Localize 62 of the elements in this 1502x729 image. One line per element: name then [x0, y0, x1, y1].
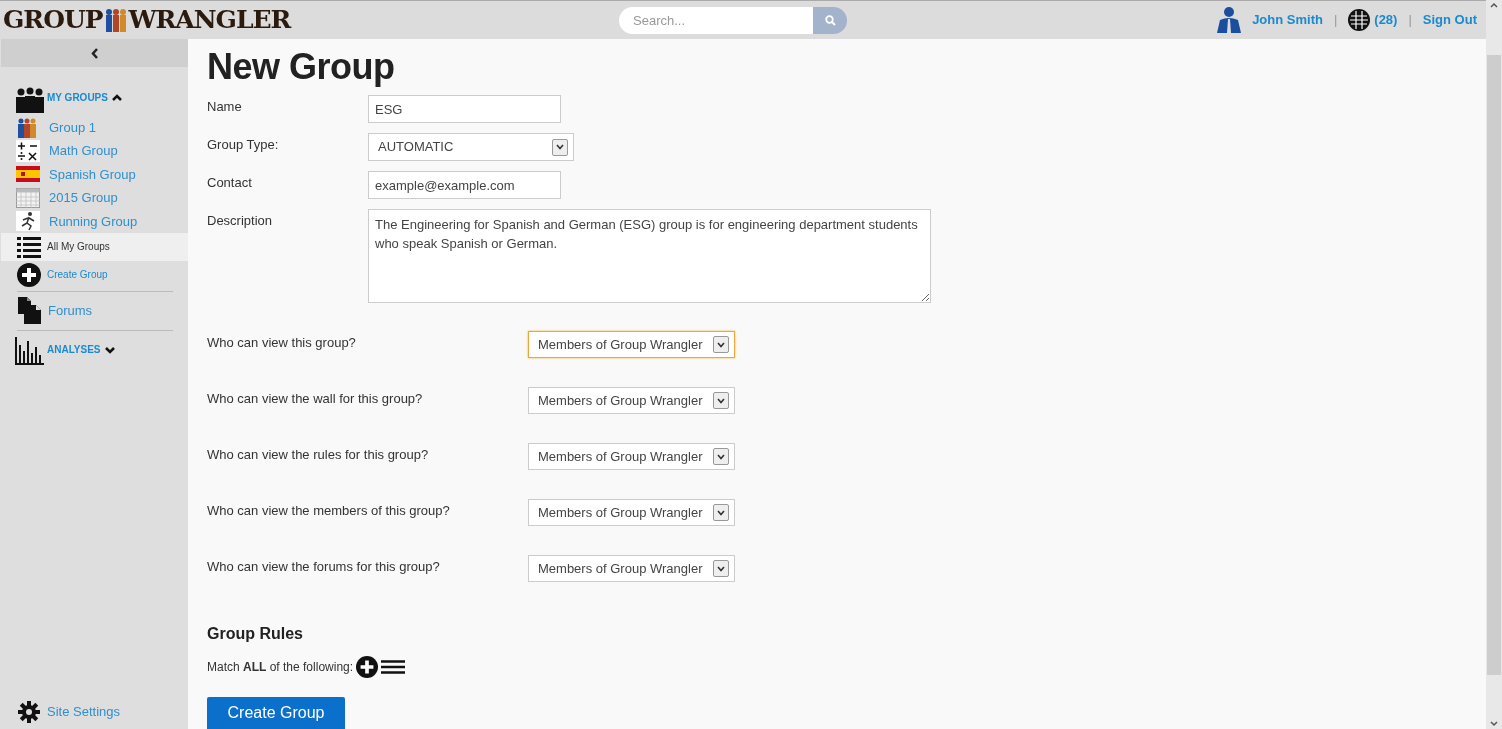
- visibility-dropdown[interactable]: Members of Group Wrangler: [528, 499, 735, 526]
- section-heading: Group Rules: [207, 624, 304, 644]
- field-label: Name: [207, 98, 243, 116]
- sidebar-item-label: All My Groups: [47, 240, 110, 255]
- flag-icon: [16, 166, 40, 183]
- notification-count-link[interactable]: (28): [1374, 10, 1398, 30]
- field-label: Group Type:: [207, 136, 280, 154]
- menu-icon[interactable]: [381, 660, 406, 674]
- visibility-dropdown[interactable]: Members of Group Wrangler: [528, 555, 735, 582]
- separator: |: [1408, 11, 1412, 30]
- site-settings-link[interactable]: Site Settings: [47, 702, 120, 722]
- separator: |: [1333, 11, 1338, 30]
- privacy-question: Who can view the wall for this group?: [207, 390, 424, 408]
- analyses-toggle[interactable]: ANALYSES: [47, 342, 116, 358]
- runner-icon: [16, 211, 40, 232]
- privacy-question: Who can view the forums for this group?: [207, 558, 441, 576]
- group-type-dropdown[interactable]: AUTOMATIC: [368, 133, 574, 161]
- visibility-dropdown[interactable]: Members of Group Wrangler: [528, 387, 735, 414]
- search-icon: [824, 14, 836, 26]
- math-symbols-icon: [16, 140, 40, 163]
- bar-chart-icon: [15, 336, 44, 365]
- sidebar-group-link[interactable]: Group 1: [49, 117, 96, 138]
- scroll-down-icon[interactable]: [1490, 721, 1498, 727]
- forums-link[interactable]: Forums: [48, 301, 93, 321]
- privacy-question: Who can view the rules for this group?: [207, 446, 430, 464]
- group-people-icon: [15, 87, 45, 113]
- sidebar-item[interactable]: All My Groups: [1, 232, 188, 261]
- add-rule-icon[interactable]: [356, 656, 379, 678]
- create-group-button[interactable]: Create Group: [207, 697, 345, 729]
- documents-icon: [17, 297, 42, 325]
- sidebar-group-link[interactable]: Spanish Group: [49, 164, 136, 185]
- visibility-dropdown[interactable]: Members of Group Wrangler: [528, 331, 735, 358]
- match-rule-text: Match ALL of the following:: [207, 659, 354, 676]
- description-field[interactable]: The Engineering for Spanish and German (ESG) group is for engineering department students who speak Spanish or German.: [368, 209, 931, 303]
- sidebar-group-link[interactable]: Running Group: [49, 211, 138, 231]
- calendar-icon: [16, 187, 40, 208]
- my-groups-toggle[interactable]: MY GROUPS: [47, 90, 123, 105]
- field-label: Contact: [207, 174, 253, 192]
- page-title: New Group: [207, 47, 396, 87]
- settings-icon[interactable]: [18, 701, 40, 723]
- sidebar-group-link[interactable]: 2015 Group: [49, 188, 118, 208]
- privacy-question: Who can view the members of this group?: [207, 502, 451, 520]
- people-icon: [16, 116, 38, 139]
- scroll-up-icon[interactable]: [1490, 2, 1498, 8]
- plus-circle-icon: [17, 262, 41, 287]
- text-field[interactable]: example@example.com: [368, 171, 561, 199]
- sidebar-item[interactable]: Create Group: [1, 260, 188, 289]
- text-field[interactable]: ESG: [368, 95, 561, 123]
- sidebar-item-label: Create Group: [47, 268, 108, 283]
- sidebar-group-link[interactable]: Math Group: [49, 141, 118, 161]
- chevron-left-icon: [90, 47, 99, 59]
- logo-text[interactable]: WRANGLER: [128, 1, 291, 39]
- sign-out-link[interactable]: Sign Out: [1422, 10, 1477, 30]
- globe-icon[interactable]: [1348, 9, 1371, 31]
- user-name-link[interactable]: John Smith: [1252, 10, 1323, 30]
- visibility-dropdown[interactable]: Members of Group Wrangler: [528, 443, 735, 470]
- privacy-question: Who can view this group?: [207, 334, 357, 352]
- field-label: Description: [207, 212, 274, 230]
- search-field[interactable]: Search...: [619, 6, 813, 34]
- logo-text[interactable]: GROUP: [3, 1, 103, 39]
- scrollbar[interactable]: [1486, 0, 1502, 729]
- list-icon: [17, 235, 41, 258]
